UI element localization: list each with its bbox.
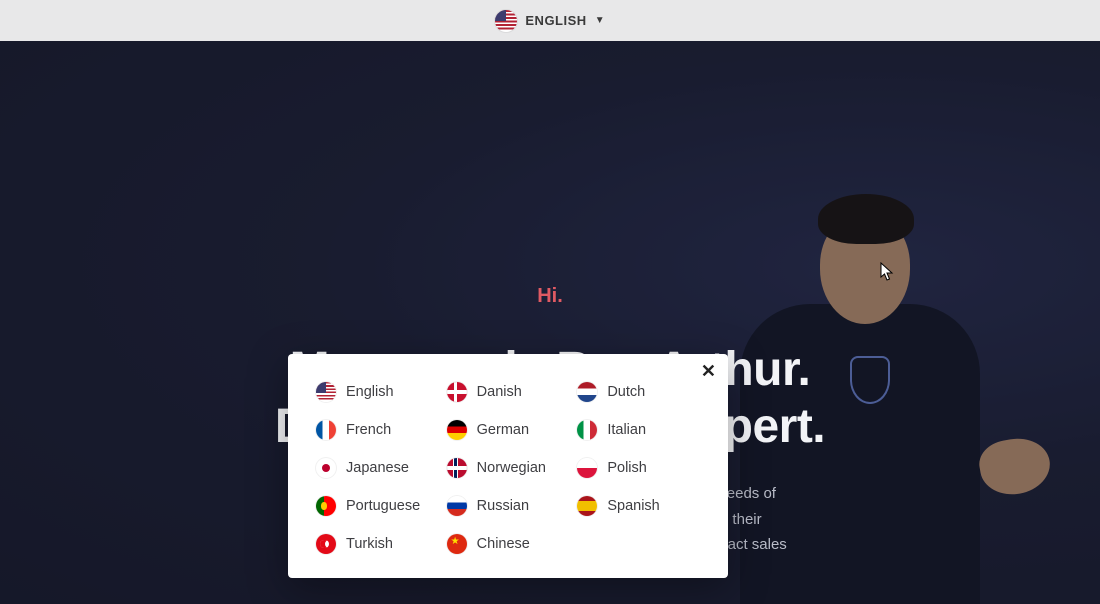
language-grid: English Danish Dutch French German Italian Jap… (316, 382, 700, 554)
chevron-down-icon: ▼ (595, 15, 605, 26)
language-label: German (477, 422, 529, 438)
language-option-german[interactable]: German (447, 420, 570, 440)
close-icon: ✕ (701, 361, 716, 381)
flag-icon (447, 496, 467, 516)
language-popup: ✕ English Danish Dutch French German Italian J… (288, 354, 728, 578)
language-label: Chinese (477, 536, 530, 552)
language-option-spanish[interactable]: Spanish (577, 496, 700, 516)
language-label: Dutch (607, 384, 645, 400)
language-option-danish[interactable]: Danish (447, 382, 570, 402)
hero-greeting: Hi. (0, 285, 1100, 308)
language-option-portuguese[interactable]: Portuguese (316, 496, 439, 516)
language-option-norwegian[interactable]: Norwegian (447, 458, 570, 478)
flag-icon (495, 10, 517, 32)
language-option-japanese[interactable]: Japanese (316, 458, 439, 478)
language-option-italian[interactable]: Italian (577, 420, 700, 440)
language-label: English (346, 384, 394, 400)
flag-icon (316, 382, 336, 402)
language-label: Polish (607, 460, 647, 476)
topbar: ENGLISH ▼ (0, 0, 1100, 41)
language-option-turkish[interactable]: Turkish (316, 534, 439, 554)
close-button[interactable]: ✕ (701, 362, 716, 380)
flag-icon (316, 534, 336, 554)
flag-icon (447, 420, 467, 440)
language-label: Portuguese (346, 498, 420, 514)
language-selector[interactable]: ENGLISH ▼ (487, 6, 612, 36)
language-label: Danish (477, 384, 522, 400)
flag-icon (577, 496, 597, 516)
language-label: Turkish (346, 536, 393, 552)
language-label: Russian (477, 498, 529, 514)
flag-icon (447, 458, 467, 478)
language-option-french[interactable]: French (316, 420, 439, 440)
language-option-dutch[interactable]: Dutch (577, 382, 700, 402)
language-option-chinese[interactable]: Chinese (447, 534, 570, 554)
language-label: Spanish (607, 498, 659, 514)
flag-icon (316, 420, 336, 440)
language-label: Italian (607, 422, 646, 438)
flag-icon (577, 420, 597, 440)
flag-icon (447, 534, 467, 554)
flag-icon (577, 458, 597, 478)
language-option-english[interactable]: English (316, 382, 439, 402)
language-label: Japanese (346, 460, 409, 476)
flag-icon (577, 382, 597, 402)
language-label: Norwegian (477, 460, 546, 476)
language-option-russian[interactable]: Russian (447, 496, 570, 516)
flag-icon (447, 382, 467, 402)
flag-icon (316, 496, 336, 516)
language-option-polish[interactable]: Polish (577, 458, 700, 478)
flag-icon (316, 458, 336, 478)
current-language-label: ENGLISH (525, 13, 586, 28)
language-label: French (346, 422, 391, 438)
